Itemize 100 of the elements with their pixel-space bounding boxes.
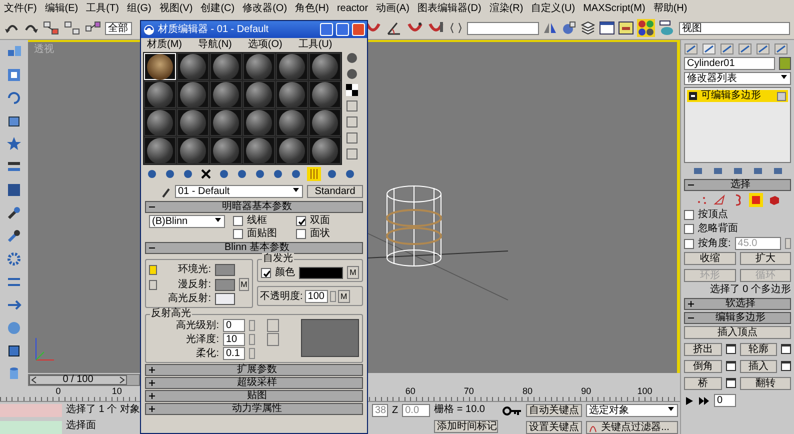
menu-item[interactable]: 动画(A)	[376, 2, 410, 14]
rollout-header[interactable]: 贴图	[145, 390, 363, 402]
window-icon[interactable]	[618, 20, 634, 36]
close-button[interactable]	[352, 23, 365, 36]
map-slot-button[interactable]	[267, 333, 279, 346]
checkbox[interactable]	[261, 268, 271, 278]
menu-item[interactable]: 材质(M)	[147, 39, 182, 51]
menu-item[interactable]: 图表编辑器(D)	[417, 2, 482, 14]
add-time-tag-button[interactable]: 添加时间标记	[434, 420, 498, 433]
material-editor-window[interactable]: 材质编辑器 - 01 - Default 材质(M) 导航(N) 选项(O) 工具(U) 01 - Default Standard 明暗器基本参数 (B)Blinn 线框 双面 面贴图 面状 Blinn 基本参数 环境光: 漫反射: M 高光反射: 自发光 颜色 M 不透明度: 100 M 反射高光 高光级别: 0 光泽度: 10 柔化: 0.1 扩展参数 超级采样 贴图 动力学属性	[140, 20, 368, 434]
rollout-header[interactable]: 动力学属性	[145, 403, 363, 415]
script-listener-field[interactable]	[0, 421, 62, 434]
square-icon[interactable]	[346, 132, 358, 144]
key-mode-dropdown[interactable]: 选定对象	[586, 404, 678, 417]
sphere-icon[interactable]	[163, 167, 177, 181]
coordinate-field[interactable]: 38	[372, 404, 388, 417]
settings-box-icon[interactable]	[726, 377, 736, 389]
settings-box-icon[interactable]	[781, 343, 791, 355]
close-icon[interactable]	[199, 167, 213, 181]
key-icon[interactable]	[502, 404, 522, 418]
rollout-header[interactable]: Blinn 基本参数	[145, 242, 363, 254]
layers-icon[interactable]	[580, 20, 596, 36]
sphere-icon[interactable]	[253, 167, 267, 181]
rollout-header[interactable]: 选择	[684, 179, 791, 191]
z-coordinate-field[interactable]: 0.0	[402, 404, 430, 417]
menu-item[interactable]: 视图(V)	[159, 2, 193, 14]
linked-squares-icon[interactable]	[42, 20, 60, 36]
number-field[interactable]: 0	[223, 319, 245, 332]
map-button[interactable]: M	[347, 266, 359, 279]
object-color-swatch[interactable]	[779, 57, 791, 70]
brackets-icon[interactable]	[448, 20, 464, 36]
polygon-tool-button[interactable]: 插入	[740, 360, 777, 373]
linked-squares-icon[interactable]	[63, 20, 81, 36]
bars-icon[interactable]	[307, 167, 321, 181]
selection-filter-dropdown[interactable]: 全部	[105, 22, 132, 34]
angle-icon[interactable]	[385, 20, 403, 36]
checkbox[interactable]	[233, 216, 243, 226]
menu-item[interactable]: 选项(O)	[248, 39, 282, 51]
menu-item[interactable]: 修改器(O)	[242, 2, 288, 14]
star-icon[interactable]	[6, 136, 22, 152]
checkbox[interactable]	[296, 216, 306, 226]
polygon-tool-button[interactable]: 倒角	[684, 360, 722, 373]
opacity-field[interactable]: 100	[304, 290, 328, 303]
square-icon[interactable]	[346, 148, 358, 160]
menu-item[interactable]: 组(G)	[126, 2, 152, 14]
settings-box-icon[interactable]	[726, 360, 736, 372]
play-icon[interactable]	[684, 396, 694, 406]
gear-icon[interactable]	[6, 251, 22, 267]
frame-field[interactable]: 0	[714, 394, 736, 407]
panel-tab-icon[interactable]	[684, 43, 698, 55]
window-icon[interactable]	[599, 20, 615, 36]
color-swatch[interactable]	[215, 264, 235, 276]
selection-button[interactable]: 收缩	[684, 252, 736, 265]
checkbox[interactable]	[296, 229, 306, 239]
rollout-header[interactable]: 扩展参数	[145, 364, 363, 376]
modifier-stack-item[interactable]: 可编辑多边形	[687, 90, 788, 102]
material-type-button[interactable]: Standard	[307, 185, 363, 198]
modifier-stack-list[interactable]: 可编辑多边形	[684, 87, 791, 163]
material-name-dropdown[interactable]: 01 - Default	[175, 185, 303, 198]
settings-box-icon[interactable]	[726, 343, 736, 355]
minimize-button[interactable]	[320, 23, 333, 36]
polygon-tool-button[interactable]: 挤出	[684, 343, 722, 356]
polygon-tool-button[interactable]: 插入顶点	[684, 326, 791, 339]
polygon-tool-button[interactable]: 翻转	[740, 377, 791, 390]
panel-tab-icon[interactable]	[774, 43, 788, 55]
set-key-button[interactable]: 设置关键点	[526, 421, 582, 434]
selection-button[interactable]: 扩大	[740, 252, 791, 265]
menu-item[interactable]: 渲染(R)	[489, 2, 524, 14]
maximize-button[interactable]	[336, 23, 349, 36]
view-field[interactable]: 视图	[679, 22, 790, 34]
color-swatch[interactable]	[215, 293, 235, 305]
map-button[interactable]: M	[338, 290, 350, 303]
shader-dropdown[interactable]: (B)Blinn	[149, 215, 225, 228]
modifier-list-dropdown[interactable]: 修改器列表	[684, 72, 791, 85]
settings-box-icon[interactable]	[781, 360, 791, 372]
auto-key-button[interactable]: 自动关键点	[526, 404, 582, 417]
menu-item[interactable]: reactor	[336, 2, 368, 14]
rollout-header[interactable]: 超级采样	[145, 377, 363, 389]
sphere-icon[interactable]	[217, 167, 231, 181]
panel-tab-icon[interactable]	[738, 43, 752, 55]
panel-tab-icon[interactable]	[720, 43, 734, 55]
skip-icon[interactable]	[698, 396, 710, 406]
polygon-tool-button[interactable]: 桥	[684, 377, 722, 390]
rollout-header[interactable]: 软选择	[684, 298, 791, 310]
spiral-icon[interactable]	[6, 90, 22, 106]
object-name-field[interactable]: Cylinder01	[684, 57, 775, 70]
frame-counter[interactable]: 0 / 100	[29, 375, 127, 385]
menu-item[interactable]: 工具(U)	[298, 39, 332, 51]
checkbox[interactable]	[684, 210, 694, 220]
menu-item[interactable]: 自定义(U)	[531, 2, 576, 14]
checkbox[interactable]	[684, 238, 694, 248]
menu-item[interactable]: 角色(H)	[295, 2, 329, 14]
rollout-header[interactable]: 编辑多边形	[684, 312, 791, 324]
checkbox[interactable]	[684, 224, 694, 234]
polygon-tool-button[interactable]: 轮廓	[740, 343, 777, 356]
panel-tab-icon[interactable]	[702, 43, 716, 55]
time-bar[interactable]: 0 / 100	[28, 374, 140, 386]
menu-item[interactable]: MAXScript(M)	[583, 2, 646, 14]
sphere-icon[interactable]	[346, 68, 358, 80]
align-icon[interactable]	[561, 20, 577, 36]
